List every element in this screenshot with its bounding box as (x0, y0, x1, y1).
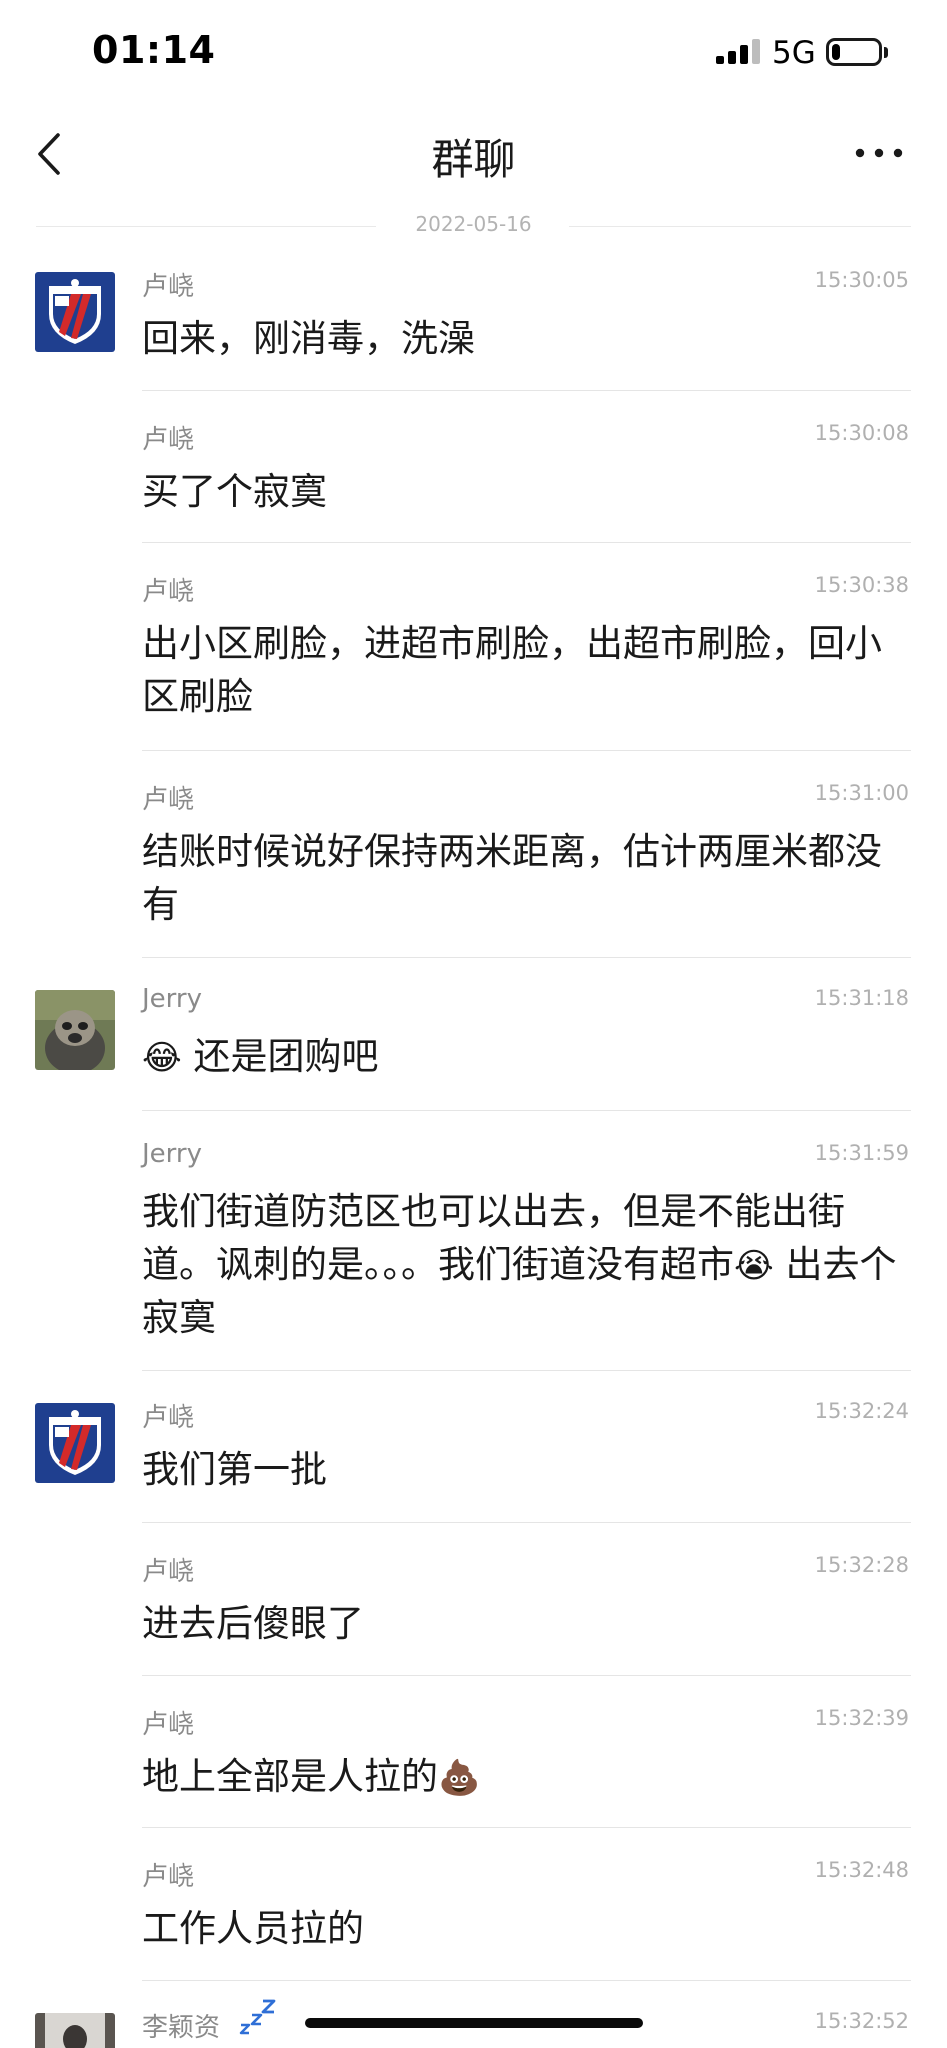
message-text: 出小区刷脸，进超市刷脸，出超市刷脸，回小区刷脸 (142, 622, 882, 718)
sender-name: 卢峣 (142, 1557, 195, 1587)
nav-bar: 群聊 (0, 108, 947, 198)
page-title: 群聊 (431, 135, 516, 184)
message-time: 15:32:24 (814, 1399, 909, 1423)
message-item[interactable]: Jerry 15:31:59 我们街道防范区也可以出去，但是不能出街道。讽刺的是… (0, 1111, 947, 1371)
sender-name: 卢峣 (142, 577, 195, 607)
avatar[interactable] (35, 272, 115, 352)
laughing-tears-emoji: 😂 (142, 1038, 182, 1078)
message-item[interactable]: Jerry 15:31:18 😂 还是团购吧 (0, 958, 947, 1111)
network-type: 5G (772, 35, 816, 71)
more-dots-icon[interactable] (852, 138, 906, 168)
message-text: 我们第一批 (142, 1448, 327, 1491)
animal-photo-avatar (35, 990, 115, 1070)
sender-name: 卢峣 (142, 1710, 195, 1740)
avatar[interactable] (35, 2013, 115, 2048)
message-item[interactable]: 卢峣 15:32:39 地上全部是人拉的💩 (0, 1676, 947, 1828)
poop-emoji: 💩 (438, 1758, 481, 1798)
person-photo-avatar (35, 2013, 115, 2048)
battery-level (832, 44, 840, 60)
sender-name: 卢峣 (142, 272, 195, 302)
crying-emoji: 😭 (734, 1246, 774, 1286)
sender-name: 卢峣 (142, 1862, 195, 1892)
message-item[interactable]: 卢峣 15:30:05 回来，刚消毒，洗澡 (0, 262, 947, 391)
message-item[interactable]: 卢峣 15:30:08 买了个寂寞 (0, 391, 947, 543)
message-time: 15:31:59 (814, 1141, 909, 1165)
battery-tip (884, 47, 888, 58)
message-text-body: 还是团购吧 (193, 1035, 379, 1078)
divider-line-right (569, 226, 911, 227)
message-text: 结账时候说好保持两米距离，估计两厘米都没有 (142, 830, 882, 926)
message-text-body: 地上全部是人拉的 (142, 1755, 438, 1798)
message-text: 进去后傻眼了 (142, 1602, 364, 1645)
message-time: 15:30:38 (814, 573, 909, 597)
club-badge-icon (35, 1403, 115, 1483)
message-list[interactable]: 卢峣 15:30:05 回来，刚消毒，洗澡 卢峣 15:30:08 买了个寂寞 … (0, 262, 947, 2048)
sleeping-zzz-icon (239, 1999, 276, 2035)
message-text: 回来，刚消毒，洗澡 (142, 317, 475, 360)
date-label: 2022-05-16 (415, 212, 532, 236)
sender-name: 李颖资 (142, 2013, 221, 2043)
message-time: 15:31:18 (814, 986, 909, 1010)
message-time: 15:30:05 (814, 268, 909, 292)
message-item[interactable]: 卢峣 15:30:38 出小区刷脸，进超市刷脸，出超市刷脸，回小区刷脸 (0, 543, 947, 751)
sender-name: 卢峣 (142, 1403, 195, 1433)
sender-name: Jerry (142, 984, 202, 1014)
message-item[interactable]: 李颖资 15:32:52 (0, 1981, 947, 2048)
message-time: 15:32:39 (814, 1706, 909, 1730)
message-time: 15:32:28 (814, 1553, 909, 1577)
message-item[interactable]: 卢峣 15:32:28 进去后傻眼了 (0, 1523, 947, 1676)
message-text: 工作人员拉的 (142, 1907, 364, 1950)
sender-name: Jerry (142, 1139, 202, 1169)
message-time: 15:32:52 (814, 2009, 909, 2033)
message-item[interactable]: 卢峣 15:32:24 我们第一批 (0, 1371, 947, 1523)
sender-name: 卢峣 (142, 785, 195, 815)
cellular-signal-icon (716, 39, 760, 64)
sender-name: 卢峣 (142, 425, 195, 455)
home-indicator[interactable] (305, 2018, 643, 2028)
status-bar: 01:14 5G (0, 0, 947, 108)
message-text: 😂 还是团购吧 (142, 1030, 898, 1083)
message-text: 地上全部是人拉的💩 (142, 1750, 898, 1803)
message-text: 我们街道防范区也可以出去，但是不能出街道。讽刺的是。。。我们街道没有超市😭 出去… (142, 1185, 898, 1344)
message-text: 买了个寂寞 (142, 470, 327, 513)
message-time: 15:30:08 (814, 421, 909, 445)
battery-icon (826, 38, 882, 66)
message-item[interactable]: 卢峣 15:31:00 结账时候说好保持两米距离，估计两厘米都没有 (0, 751, 947, 958)
avatar[interactable] (35, 1403, 115, 1483)
avatar[interactable] (35, 990, 115, 1070)
message-time: 15:31:00 (814, 781, 909, 805)
club-badge-icon (35, 272, 115, 352)
date-divider: 2022-05-16 (36, 212, 911, 240)
message-time: 15:32:48 (814, 1858, 909, 1882)
message-item[interactable]: 卢峣 15:32:48 工作人员拉的 (0, 1828, 947, 1981)
status-time: 01:14 (92, 28, 216, 72)
